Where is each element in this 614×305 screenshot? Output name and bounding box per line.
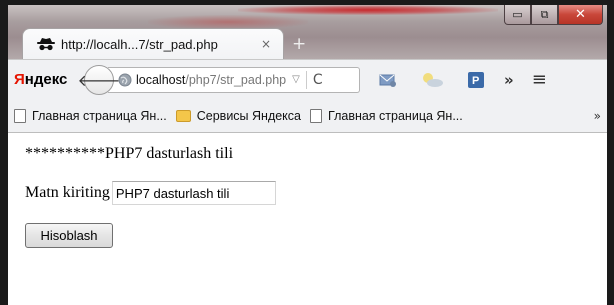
title-bar-glow-secondary xyxy=(148,15,308,29)
bookmark-item[interactable]: Главная страница Ян... xyxy=(14,108,167,123)
mail-notifier-icon[interactable] xyxy=(376,69,400,91)
reload-icon[interactable]: C xyxy=(313,72,323,88)
calculate-button[interactable]: Hisoblash xyxy=(25,223,113,248)
browser-tab[interactable]: http://localh...7/str_pad.php × xyxy=(22,28,284,59)
page-icon xyxy=(14,108,26,123)
input-label: Matn kiriting xyxy=(25,184,110,201)
new-tab-button[interactable]: + xyxy=(292,34,306,54)
bookmark-item[interactable]: Главная страница Ян... xyxy=(310,108,463,123)
bookmarks-more-chevron-icon[interactable]: » xyxy=(594,109,601,123)
minimize-icon: ▭ xyxy=(512,8,523,21)
page-content: **********PHP7 dasturlash tili Matn kiri… xyxy=(8,134,607,305)
window-frame-right xyxy=(607,0,614,305)
bookmark-folder[interactable]: Сервисы Яндекса xyxy=(175,108,301,123)
back-button[interactable]: 🡐 xyxy=(78,64,120,95)
url-host: localhost xyxy=(136,72,186,87)
bookmarks-service-icon[interactable]: P xyxy=(464,69,488,91)
tab-title: http://localh...7/str_pad.php xyxy=(61,36,218,52)
minimize-button[interactable]: ▭ xyxy=(504,5,531,25)
maximize-button[interactable]: ⧉ xyxy=(531,5,558,25)
restore-icon: ⧉ xyxy=(540,7,549,21)
bookmark-label: Главная страница Ян... xyxy=(32,108,167,123)
bookmarks-bar: Главная страница Ян... Сервисы Яндекса Г… xyxy=(8,99,607,133)
svg-text:P: P xyxy=(472,75,479,87)
window-frame-left xyxy=(0,0,8,305)
spy-incognito-icon xyxy=(37,38,55,51)
padded-output-text: **********PHP7 dasturlash tili xyxy=(25,145,234,162)
text-form-row: Matn kiriting xyxy=(25,181,276,205)
overflow-chevron-icon[interactable]: » xyxy=(504,71,514,89)
window-controls: ▭ ⧉ ✕ xyxy=(504,5,603,25)
close-window-button[interactable]: ✕ xyxy=(558,5,603,25)
close-icon: ✕ xyxy=(575,7,586,22)
url-history-dropdown-icon[interactable]: ▽ xyxy=(292,74,300,85)
weather-icon[interactable] xyxy=(420,69,444,91)
page-icon xyxy=(310,108,322,123)
folder-icon xyxy=(175,109,191,122)
address-bar-separator xyxy=(305,70,307,89)
navigation-toolbar: Яндекс 🡐 localhost/php7/str_pad.php ▽ C … xyxy=(8,59,607,99)
text-input[interactable] xyxy=(111,181,276,205)
tab-close-icon[interactable]: × xyxy=(261,37,271,51)
yandex-logo[interactable]: Яндекс xyxy=(14,71,84,88)
address-bar[interactable]: localhost/php7/str_pad.php ▽ C xyxy=(108,66,360,93)
bookmark-label: Главная страница Ян... xyxy=(328,108,463,123)
bookmark-label: Сервисы Яндекса xyxy=(196,108,301,123)
toolbar-icons: P » ≡ xyxy=(376,69,547,91)
url-text: localhost/php7/str_pad.php xyxy=(136,73,286,87)
yandex-logo-rest: ндекс xyxy=(24,71,68,88)
back-arrow-icon: 🡐 xyxy=(77,70,121,90)
yandex-logo-first-letter: Я xyxy=(14,71,25,88)
hamburger-menu-icon[interactable]: ≡ xyxy=(532,69,547,90)
url-path: /php7/str_pad.php xyxy=(185,72,287,87)
title-bar-glow xyxy=(238,5,498,15)
